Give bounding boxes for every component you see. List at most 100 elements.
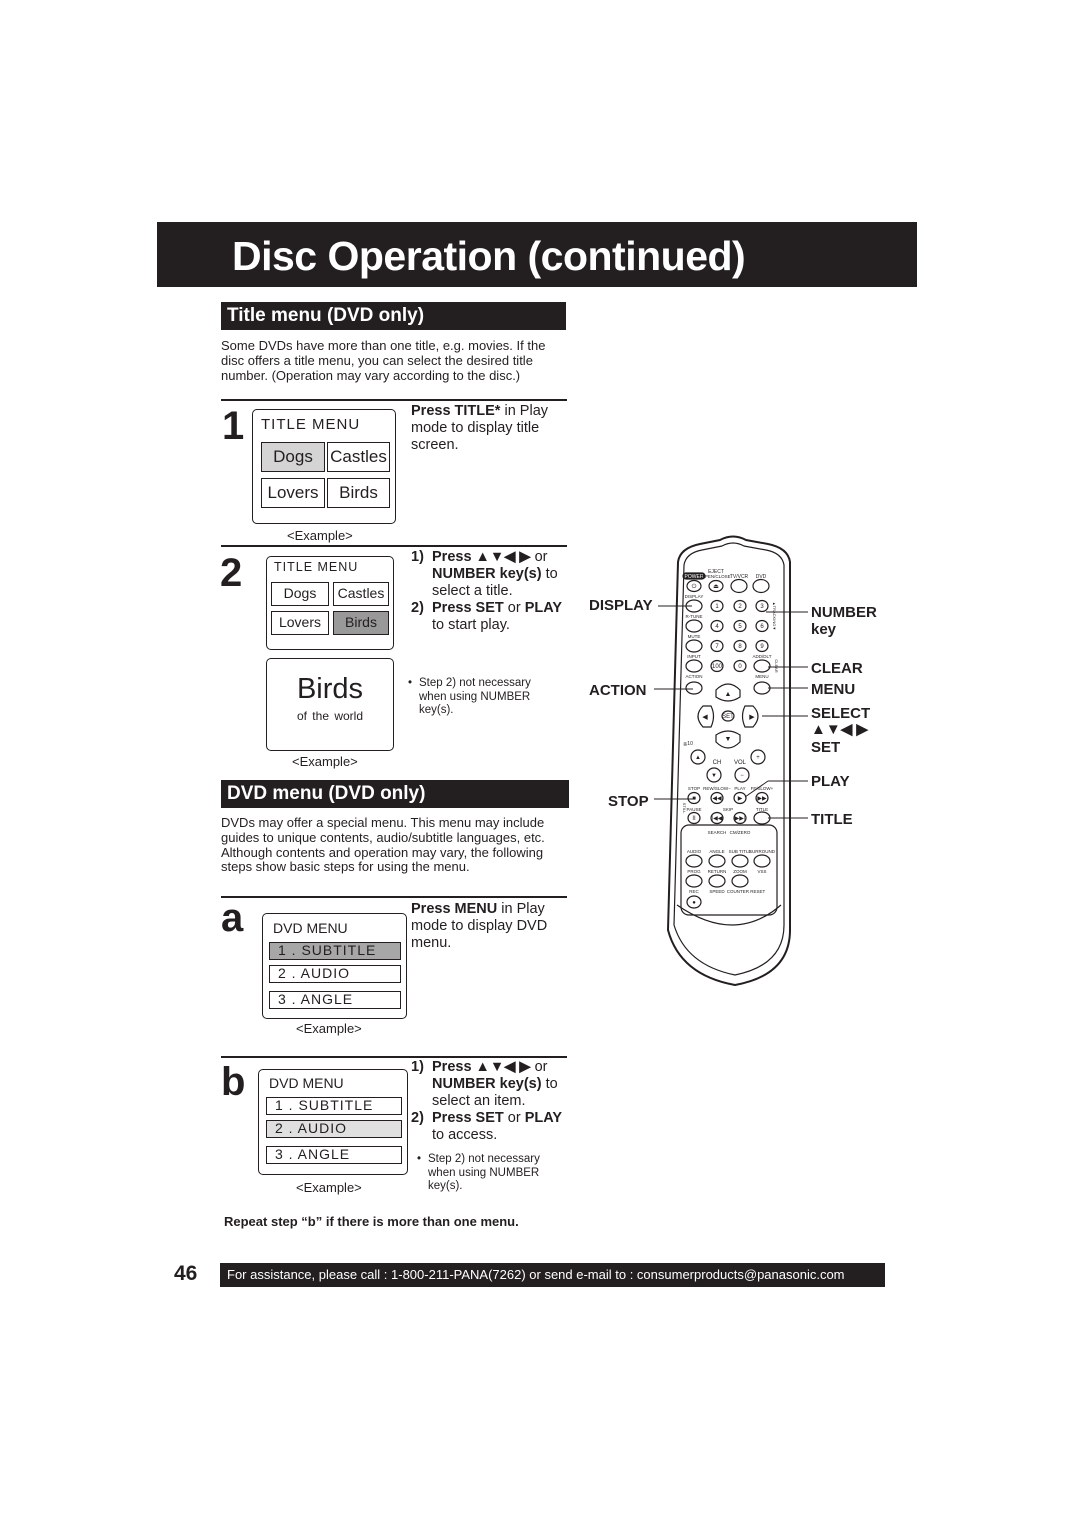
- pause-label: PAUSE: [687, 807, 702, 812]
- result-title: Birds: [296, 673, 364, 705]
- dvd-menu-item-angle[interactable]: 3 . ANGLE: [269, 991, 401, 1009]
- zoom-button[interactable]: [731, 874, 749, 888]
- result-subtitle: of the world: [296, 709, 364, 723]
- callout-clear: CLEAR: [811, 660, 863, 677]
- title-item-dogs[interactable]: Dogs: [261, 442, 325, 472]
- input-button[interactable]: [685, 659, 703, 673]
- add-dlt-button[interactable]: [753, 659, 771, 673]
- ge10-label: ≧10: [683, 741, 693, 747]
- instruction-bold: PLAY: [524, 1110, 563, 1126]
- up-button-glyph: ▲: [725, 691, 732, 698]
- tv-vcr-button[interactable]: [730, 578, 748, 594]
- dvd-menu-item-audio[interactable]: 2 . AUDIO: [266, 1120, 402, 1138]
- mute-label: MUTE: [688, 634, 701, 639]
- screen-title: TITLE MENU: [261, 416, 361, 433]
- mute-button[interactable]: [685, 639, 703, 653]
- title-label: TITLE: [756, 807, 768, 812]
- instruction-text: or: [530, 1059, 548, 1075]
- title-item-lovers[interactable]: Lovers: [261, 478, 325, 508]
- vol-up-button-glyph: +: [756, 755, 760, 761]
- eject-button-glyph: ⏏: [713, 584, 719, 590]
- dvd-menu-item-subtitle[interactable]: 1 . SUBTITLE: [269, 942, 401, 960]
- dvd-menu-item-audio[interactable]: 2 . AUDIO: [269, 965, 401, 983]
- angle-button[interactable]: [708, 854, 726, 868]
- dvd-menu-item-subtitle[interactable]: 1 . SUBTITLE: [266, 1097, 402, 1115]
- instruction-bold: Press SET: [432, 1110, 504, 1126]
- page-number: 46: [174, 1262, 198, 1285]
- callout-play: PLAY: [811, 773, 850, 790]
- step-letter-a: a: [221, 896, 244, 940]
- input-label: INPUT: [687, 654, 701, 659]
- title-button[interactable]: [753, 811, 771, 825]
- title-item-lovers[interactable]: Lovers: [271, 611, 329, 635]
- r-tune-label: R-TUNE: [686, 614, 703, 619]
- title-item-birds[interactable]: Birds: [327, 478, 390, 508]
- title-item-birds[interactable]: Birds: [333, 611, 389, 635]
- note-text: Step 2) not necessary when using NUMBER …: [428, 1153, 540, 1192]
- rec-button-glyph: ●: [692, 900, 696, 906]
- step-b-instructions: 1) Press ▲▼◀ ▶ or NUMBER key(s) to select…: [411, 1059, 576, 1144]
- dvd-menu-screen-step-b: DVD MENU 1 . SUBTITLE 2 . AUDIO 3 . ANGL…: [258, 1069, 408, 1175]
- tracking-label: ▲TRACKING▼: [772, 602, 777, 631]
- dvd-menu-item-angle[interactable]: 3 . ANGLE: [266, 1146, 402, 1164]
- dvd-button[interactable]: [752, 578, 770, 594]
- menu-label: MENU: [755, 674, 768, 679]
- divider: [221, 1056, 567, 1058]
- example-label: <Example>: [296, 1180, 362, 1195]
- instruction-bold: PLAY: [524, 600, 563, 616]
- action-label: ACTION: [685, 674, 702, 679]
- speed-label: SPEED: [709, 889, 725, 894]
- instruction-bold: Press ▲▼◀ ▶: [432, 1059, 531, 1075]
- dvd-label: DVD: [756, 574, 767, 580]
- section-heading-title-menu: Title menu (DVD only): [221, 302, 566, 330]
- action-button[interactable]: [685, 681, 703, 695]
- instruction-bold: Press ▲▼◀ ▶: [432, 549, 531, 565]
- counter-reset-label: COUNTER RESET: [727, 889, 766, 894]
- title-item-dogs[interactable]: Dogs: [271, 582, 329, 606]
- digit-100-button-glyph: 100: [712, 664, 723, 670]
- screen-title: TITLE MENU: [274, 560, 359, 574]
- callout-display: DISPLAY: [589, 597, 653, 614]
- instruction-text: to start play.: [432, 617, 510, 633]
- bullet: •: [408, 677, 413, 689]
- prog-button[interactable]: [685, 874, 703, 888]
- ch-up-button-glyph: ▲: [695, 755, 701, 761]
- step-number-2: 2: [220, 551, 243, 595]
- audio-label: AUDIO: [687, 849, 702, 854]
- instruction-text: or: [503, 1110, 525, 1126]
- menu-button[interactable]: [753, 681, 771, 695]
- add-dlt-label: ADD/DLT: [753, 654, 772, 659]
- power-button-glyph: ⏻: [692, 583, 697, 590]
- title-item-castles[interactable]: Castles: [327, 442, 390, 472]
- vss-label: VSS: [757, 869, 766, 874]
- right-button-glyph: ▶: [749, 714, 755, 721]
- section-heading-dvd-menu: DVD menu (DVD only): [221, 780, 569, 808]
- ch-label: CH: [713, 760, 722, 766]
- step-letter-b: b: [221, 1060, 246, 1104]
- audio-button[interactable]: [685, 854, 703, 868]
- surround-label: SURROUND: [749, 849, 776, 854]
- divider: [221, 545, 567, 547]
- rew-label: REW/SLOW−: [703, 786, 731, 791]
- subtitle-label: SUB TITLE: [729, 849, 752, 854]
- title-menu-intro: Some DVDs have more than one title, e.g.…: [221, 338, 546, 383]
- instruction-text: to access.: [432, 1127, 498, 1143]
- example-label: <Example>: [287, 528, 353, 543]
- tv-vcr-label: TV/VCR: [730, 574, 749, 580]
- divider: [221, 896, 567, 898]
- repeat-note: Repeat step “b” if there is more than on…: [224, 1214, 519, 1229]
- subtitle-button[interactable]: [731, 854, 749, 868]
- instruction-item: 2) Press SET or PLAY to start play.: [411, 600, 576, 634]
- step-b-note: • Step 2) not necessary when using NUMBE…: [417, 1153, 562, 1194]
- return-button[interactable]: [708, 874, 726, 888]
- dvd-menu-screen-step-a: DVD MENU 1 . SUBTITLE 2 . AUDIO 3 . ANGL…: [262, 913, 407, 1019]
- skip-forward-button-glyph: ▶▶|: [735, 816, 746, 822]
- instruction-bold: Press SET: [432, 600, 504, 616]
- r-tune-button[interactable]: [685, 619, 703, 633]
- open-close-label: OPEN/CLOSE: [701, 574, 730, 579]
- instruction-bold: Press MENU: [411, 901, 498, 917]
- title-item-castles[interactable]: Castles: [333, 582, 389, 606]
- return-label: RETURN: [708, 869, 727, 874]
- stop-label: STOP: [688, 786, 700, 791]
- surround-button[interactable]: [753, 854, 771, 868]
